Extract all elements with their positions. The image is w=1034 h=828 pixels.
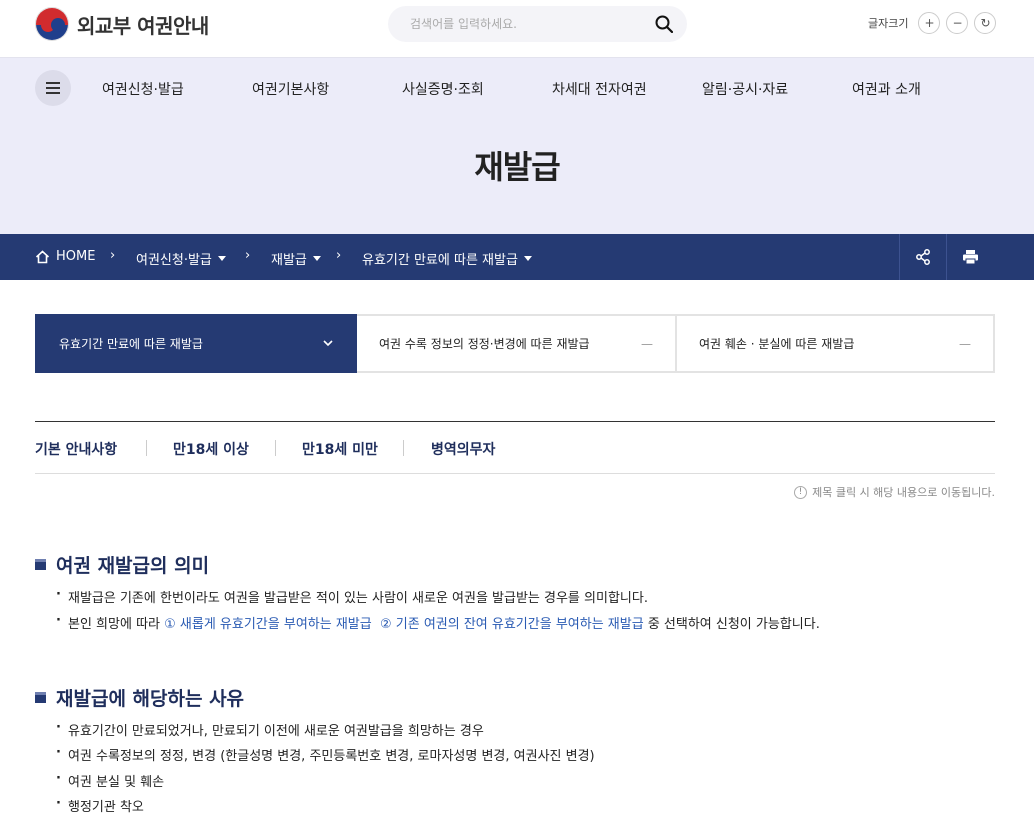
subnav-divider — [275, 440, 276, 456]
logo-text: 외교부 여권안내 — [77, 13, 209, 38]
section-title-text: 여권 재발급의 의미 — [56, 555, 210, 577]
list-item: 여권 분실 및 훼손 — [56, 771, 164, 790]
list-item: 행정기관 착오 — [56, 796, 144, 815]
subnav-divider — [403, 440, 404, 456]
section-bullet-icon — [35, 559, 46, 570]
share-icon — [916, 249, 930, 265]
gnb-item-e-passport[interactable]: 차세대 전자여권 — [552, 79, 647, 99]
breadcrumb: HOME › 여권신청·발급 › 재발급 › 유효기간 만료에 따른 재발급 — [0, 234, 1034, 280]
navigation-note: ! 제목 클릭 시 해당 내용으로 이동됩니다. — [794, 484, 995, 500]
breadcrumb-item-apply[interactable]: 여권신청·발급 — [136, 249, 226, 268]
subnav-item-military[interactable]: 병역의무자 — [431, 439, 495, 459]
list-item-text: 유효기간이 만료되었거나, 만료되기 이전에 새로운 여권발급을 희망하는 경우 — [68, 724, 484, 739]
highlight-remaining-validity: ② 기존 여권의 잔여 유효기간을 부여하는 재발급 — [379, 617, 644, 632]
font-size-reset-button[interactable]: ↻ — [974, 12, 997, 34]
print-button[interactable] — [946, 234, 993, 280]
breadcrumb-home-label: HOME — [56, 249, 96, 264]
subnav-item-basic[interactable]: 기본 안내사항 — [35, 439, 117, 459]
chevron-right-icon: › — [336, 248, 342, 263]
chevron-right-icon: › — [110, 248, 116, 263]
list-item: 유효기간이 만료되었거나, 만료되기 이전에 새로운 여권발급을 희망하는 경우 — [56, 720, 484, 739]
breadcrumb-item-label: 여권신청·발급 — [136, 253, 212, 268]
font-size-label: 글자크기 — [868, 17, 909, 30]
gnb-item-certificate[interactable]: 사실증명·조회 — [402, 79, 484, 99]
subnav-divider — [146, 440, 147, 456]
section-title: 재발급에 해당하는 사유 — [35, 684, 244, 711]
gnb-item-notice[interactable]: 알림·공시·자료 — [702, 79, 788, 99]
search-input[interactable] — [410, 14, 650, 34]
page-title: 재발급 — [474, 148, 560, 186]
top-header: 외교부 여권안내 글자크기 + − ↻ — [0, 0, 1034, 58]
note-text: 제목 클릭 시 해당 내용으로 이동됩니다. — [812, 486, 995, 499]
gnb-item-about[interactable]: 여권과 소개 — [852, 79, 921, 99]
chevron-down-icon — [323, 340, 333, 347]
list-item-text: 본인 희망에 따라 — [68, 617, 165, 632]
tab-label: 여권 훼손 · 분실에 따른 재발급 — [699, 337, 855, 351]
reissue-tabs: 유효기간 만료에 따른 재발급 여권 수록 정보의 정정·변경에 따른 재발급 … — [35, 314, 995, 373]
section-bullet-icon — [35, 692, 46, 703]
breadcrumb-item-label: 재발급 — [271, 253, 307, 268]
tab-lost-damaged-reissue[interactable]: 여권 훼손 · 분실에 따른 재발급 — — [677, 314, 995, 373]
list-item-text: 중 선택하여 신청이 가능합니다. — [643, 617, 820, 632]
font-size-control: 글자크기 + − ↻ — [868, 12, 997, 34]
list-item-text: 재발급은 기존에 한번이라도 여권을 발급받은 적이 있는 사람이 새로운 여권… — [68, 591, 648, 606]
government-emblem-icon — [35, 7, 69, 41]
info-icon: ! — [794, 485, 808, 499]
caret-down-icon — [312, 256, 321, 261]
site-logo[interactable]: 외교부 여권안내 — [35, 7, 209, 41]
list-item-text: 여권 분실 및 훼손 — [68, 775, 165, 790]
gnb-item-passport-basics[interactable]: 여권기본사항 — [252, 79, 329, 99]
section-title: 여권 재발급의 의미 — [35, 551, 209, 578]
share-button[interactable] — [899, 234, 946, 280]
list-item-text: 행정기관 착오 — [68, 800, 144, 815]
list-item-text: 여권 수록정보의 정정, 변경 (한글성명 변경, 주민등록번호 변경, 로마자… — [68, 749, 595, 764]
print-icon — [962, 250, 978, 265]
global-nav: 여권신청·발급 여권기본사항 사실증명·조회 차세대 전자여권 알림·공시·자료… — [0, 79, 1034, 99]
gnb-item-passport-apply[interactable]: 여권신청·발급 — [102, 79, 184, 99]
tab-label: 유효기간 만료에 따른 재발급 — [59, 337, 203, 351]
content-subnav: 기본 안내사항 만18세 이상 만18세 미만 병역의무자 — [35, 421, 995, 474]
breadcrumb-item-reissue[interactable]: 재발급 — [271, 249, 321, 268]
breadcrumb-home[interactable]: HOME — [35, 249, 95, 264]
section-title-text: 재발급에 해당하는 사유 — [56, 688, 245, 710]
search-icon[interactable] — [655, 15, 673, 33]
chevron-right-icon: › — [245, 248, 251, 263]
tab-info-change-reissue[interactable]: 여권 수록 정보의 정정·변경에 따른 재발급 — — [357, 314, 677, 373]
list-item: 여권 수록정보의 정정, 변경 (한글성명 변경, 주민등록번호 변경, 로마자… — [56, 745, 595, 764]
search-box — [388, 6, 687, 42]
font-size-decrease-button[interactable]: − — [946, 12, 969, 34]
subnav-item-adult[interactable]: 만18세 이상 — [173, 439, 249, 459]
tab-expiry-reissue[interactable]: 유효기간 만료에 따른 재발급 — [35, 314, 357, 373]
highlight-new-validity: ① 새롭게 유효기간을 부여하는 재발급 — [164, 617, 372, 632]
dash-icon: — — [641, 336, 653, 351]
breadcrumb-item-label: 유효기간 만료에 따른 재발급 — [362, 253, 518, 268]
list-item: 본인 희망에 따라 ① 새롭게 유효기간을 부여하는 재발급 ② 기존 여권의 … — [56, 613, 820, 632]
caret-down-icon — [523, 256, 532, 261]
home-icon — [35, 249, 50, 263]
tab-label: 여권 수록 정보의 정정·변경에 따른 재발급 — [379, 337, 590, 351]
subnav-item-minor[interactable]: 만18세 미만 — [302, 439, 378, 459]
dash-icon: — — [959, 336, 971, 351]
caret-down-icon — [217, 256, 226, 261]
font-size-increase-button[interactable]: + — [918, 12, 941, 34]
list-item: 재발급은 기존에 한번이라도 여권을 발급받은 적이 있는 사람이 새로운 여권… — [56, 587, 648, 606]
hero-banner: 여권신청·발급 여권기본사항 사실증명·조회 차세대 전자여권 알림·공시·자료… — [0, 58, 1034, 234]
breadcrumb-item-expiry[interactable]: 유효기간 만료에 따른 재발급 — [362, 249, 532, 268]
